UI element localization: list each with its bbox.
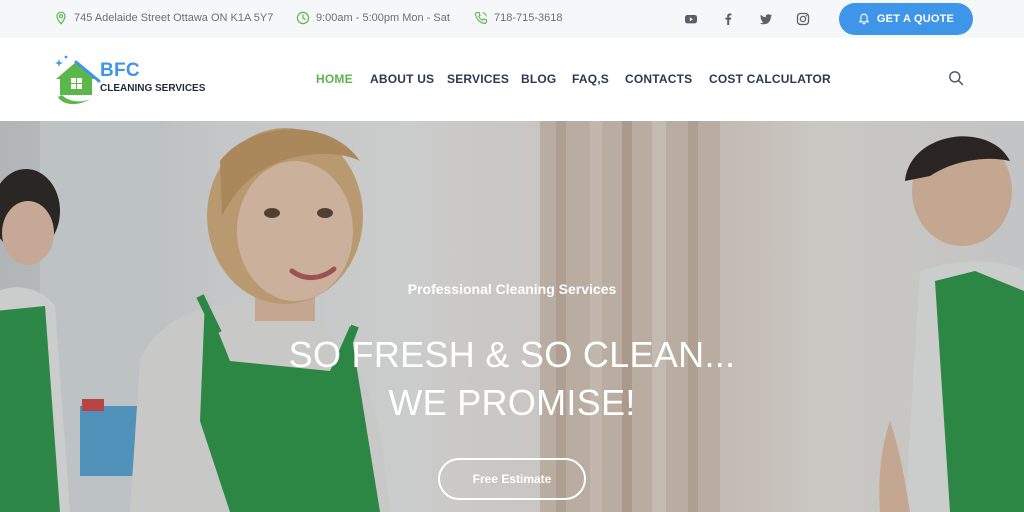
main-header: BFC CLEANING SERVICES HOME ABOUT US SERV… [0, 38, 1024, 121]
phone-text[interactable]: 718-715-3618 [494, 12, 563, 24]
twitter-icon[interactable] [757, 10, 775, 28]
facebook-icon[interactable] [719, 10, 737, 28]
get-a-quote-button[interactable]: GET A QUOTE [839, 3, 973, 35]
location-pin-icon [54, 11, 68, 25]
hero-title: SO FRESH & SO CLEAN... WE PROMISE! [212, 331, 812, 427]
search-icon[interactable] [948, 70, 964, 86]
youtube-icon[interactable] [682, 10, 700, 28]
hours-text: 9:00am - 5:00pm Mon - Sat [316, 12, 450, 24]
clock-icon [296, 11, 310, 25]
hero-title-line-1: SO FRESH & SO CLEAN... [288, 334, 736, 375]
hero-banner: Professional Cleaning Services SO FRESH … [0, 121, 1024, 512]
nav-cost-calculator[interactable]: COST CALCULATOR [709, 72, 831, 86]
hours-info: 9:00am - 5:00pm Mon - Sat [296, 11, 450, 25]
nav-faqs[interactable]: FAQ,S [572, 72, 609, 86]
bell-icon [858, 13, 870, 25]
logo-tagline: CLEANING SERVICES [100, 83, 206, 94]
top-info-bar: 745 Adelaide Street Ottawa ON K1A 5Y7 9:… [0, 0, 1024, 38]
nav-services[interactable]: SERVICES [447, 72, 509, 86]
free-estimate-button[interactable]: Free Estimate [438, 458, 586, 500]
nav-contacts[interactable]: CONTACTS [625, 72, 692, 86]
address-text: 745 Adelaide Street Ottawa ON K1A 5Y7 [74, 12, 274, 24]
logo-brand-text: BFC [100, 60, 140, 81]
hero-subtitle: Professional Cleaning Services [407, 281, 617, 297]
phone-icon [474, 11, 488, 25]
hero-dark-overlay [0, 121, 1024, 512]
address-info: 745 Adelaide Street Ottawa ON K1A 5Y7 [54, 11, 273, 25]
get-a-quote-label: GET A QUOTE [876, 13, 955, 25]
hero-title-line-2: WE PROMISE! [388, 382, 636, 423]
house-logo-icon [55, 55, 101, 105]
instagram-icon[interactable] [794, 10, 812, 28]
nav-blog[interactable]: BLOG [521, 72, 556, 86]
nav-home[interactable]: HOME [316, 72, 353, 86]
site-logo[interactable]: BFC CLEANING SERVICES [52, 53, 222, 107]
free-estimate-label: Free Estimate [472, 472, 552, 486]
nav-about-us[interactable]: ABOUT US [370, 72, 434, 86]
phone-info[interactable]: 718-715-3618 [474, 11, 563, 25]
